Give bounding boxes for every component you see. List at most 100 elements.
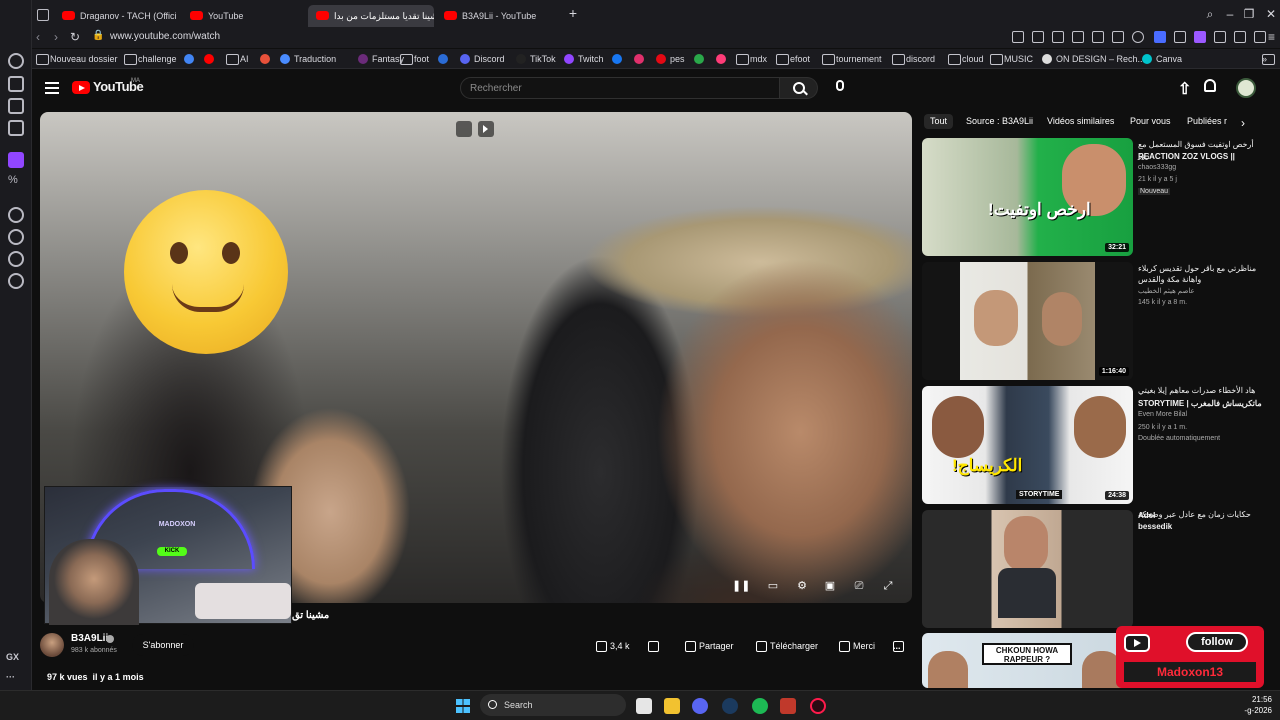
puzzle-icon[interactable] (1174, 31, 1186, 43)
miniplayer-icon[interactable] (456, 121, 472, 137)
bookmark-traduction[interactable]: Traduction (280, 52, 336, 66)
opera-gx-taskbar-icon[interactable] (810, 698, 826, 714)
chip-all[interactable]: Tout (924, 114, 954, 129)
subtitles-icon[interactable]: ▭ (765, 578, 781, 594)
sidebar-app-icon[interactable] (8, 76, 24, 92)
discord-taskbar-icon[interactable] (692, 698, 708, 714)
tab-b3a9lii[interactable]: B3A9Lii - YouTube (436, 5, 558, 27)
bookmark-tournement[interactable]: tournement (822, 52, 882, 66)
bookmark-foot[interactable]: foot (400, 52, 429, 66)
download-icon[interactable] (1234, 31, 1246, 43)
reload-icon[interactable]: ↻ (70, 30, 80, 44)
rec-title[interactable]: Adel bessedik (1138, 510, 1178, 532)
subscribe-button[interactable]: S'abonner (132, 634, 194, 656)
rec-thumbnail[interactable]: 1:16:40 (922, 262, 1133, 380)
bookmarks-overflow-icon[interactable]: » (1262, 52, 1276, 66)
rec-thumbnail[interactable]: الكريساج! STORYTIME 24:38 (922, 386, 1133, 504)
upload-icon[interactable]: ⇧ (1178, 79, 1191, 99)
bookmark-cloud[interactable]: cloud (948, 52, 984, 66)
rec-title-arabic[interactable]: مناظرتي مع باقر حول تقديس كربلاء واهانة … (1138, 263, 1262, 285)
media-play-icon[interactable] (1112, 31, 1124, 43)
tab-current-video[interactable]: مشينا تقديا مستلزمات من بدا (308, 5, 434, 27)
settings-gear-icon[interactable] (8, 273, 24, 289)
rec-channel[interactable]: chaos333gg (1138, 164, 1176, 171)
download-button[interactable]: Télécharger (756, 636, 818, 656)
url-field[interactable]: www.youtube.com/watch (110, 28, 220, 48)
rec-thumbnail[interactable] (922, 510, 1133, 628)
taskbar-search[interactable]: Search (480, 694, 626, 716)
system-clock[interactable]: 21:56 -g-2026 (1234, 694, 1272, 716)
theater-mode-icon[interactable]: ▣ (822, 578, 838, 594)
task-view-icon[interactable] (636, 698, 652, 714)
chips-next-chevron-icon[interactable]: › (1241, 116, 1245, 130)
rec-channel[interactable]: Even More Bilal (1138, 411, 1187, 418)
chip-source[interactable]: Source : B3A9Lii (960, 114, 1039, 129)
bookmark-on-design[interactable]: ON DESIGN – Rech... (1042, 52, 1145, 66)
bookmark-challenge[interactable]: challenge (124, 52, 177, 66)
spotify-taskbar-icon[interactable] (752, 698, 768, 714)
minimize-button[interactable]: – (1224, 8, 1236, 20)
channel-name[interactable]: B3A9Lii (71, 633, 108, 644)
chip-published[interactable]: Publiées r (1181, 114, 1237, 129)
share-button[interactable]: Partager (685, 636, 734, 656)
forward-icon[interactable]: › (54, 30, 58, 44)
heart-icon[interactable] (1132, 31, 1144, 43)
pin-icon[interactable] (1032, 31, 1044, 43)
rec-title[interactable]: REACTION ZOZ VLOGS || (1138, 151, 1262, 162)
close-window-button[interactable]: ✕ (1265, 8, 1277, 20)
bookmark-music[interactable]: MUSIC (990, 52, 1033, 66)
tab-draganov[interactable]: Draganov - TACH (Official (54, 5, 176, 27)
bookmark-nouveau-dossier[interactable]: Nouveau dossier (36, 52, 118, 66)
notifications-bell-icon[interactable] (1204, 79, 1216, 92)
search-tabs-icon[interactable]: ⌕ (1204, 8, 1216, 20)
bookmark-pes[interactable]: pes (656, 52, 685, 66)
sidebar-notes-icon[interactable] (8, 98, 24, 114)
ai-icon[interactable] (1254, 31, 1266, 43)
translate-icon[interactable] (1092, 31, 1104, 43)
search-button[interactable] (780, 77, 818, 99)
twitch-sidebar-icon[interactable] (8, 152, 24, 168)
rec-thumbnail[interactable]: CHKOUN HOWA RAPPEUR ? (922, 633, 1133, 688)
snapshot-icon[interactable] (1052, 31, 1064, 43)
sidebar-m-icon[interactable] (8, 120, 24, 136)
rec-title-arabic[interactable]: هاد الأخطاء صدرات معاهم إيلا بغيتي (1138, 385, 1262, 396)
tab-youtube[interactable]: YouTube (182, 5, 292, 27)
chip-for-you[interactable]: Pour vous (1124, 114, 1177, 129)
rec-title[interactable]: STORYTIME | ماتكريساش فالمغرب (1138, 398, 1262, 409)
extension-m-icon[interactable] (1194, 31, 1206, 43)
pause-icon[interactable]: ❚❚ (732, 578, 750, 594)
more-actions-button[interactable]: ... (893, 636, 904, 656)
app-taskbar-icon[interactable] (780, 698, 796, 714)
thanks-button[interactable]: Merci (839, 636, 875, 656)
search-input[interactable] (460, 77, 780, 99)
history-icon[interactable] (8, 229, 24, 245)
hamburger-menu-icon[interactable] (45, 82, 59, 94)
bookmark-canva[interactable]: Canva (1142, 52, 1182, 66)
file-explorer-icon[interactable] (664, 698, 680, 714)
bookmark-ai[interactable]: AI (226, 52, 249, 66)
tab-manager-icon[interactable] (37, 9, 49, 21)
bookmark-twitch[interactable]: Twitch (564, 52, 604, 66)
percent-icon[interactable]: % (8, 174, 24, 190)
channel-avatar[interactable] (40, 633, 64, 657)
bookmark-mdx[interactable]: mdx (736, 52, 767, 66)
settings-gear-icon[interactable]: ⚙ (794, 578, 810, 594)
account-avatar[interactable] (1236, 78, 1256, 98)
bookmark-tiktok[interactable]: TikTok (516, 52, 556, 66)
bookmark-discord-folder[interactable]: discord (892, 52, 935, 66)
like-button[interactable]: 3,4 k (596, 636, 630, 656)
back-icon[interactable]: ‹ (36, 30, 40, 44)
wallet-icon[interactable] (1214, 31, 1226, 43)
bookmark-efoot[interactable]: efoot (776, 52, 810, 66)
adblock-icon[interactable] (1072, 31, 1084, 43)
player-sidebar-icon[interactable] (8, 207, 24, 223)
menu-icon[interactable]: ≡ (1268, 30, 1275, 44)
bookmark-fantasy[interactable]: Fantasy (358, 52, 404, 66)
extension-blue-icon[interactable] (1154, 31, 1166, 43)
maximize-button[interactable]: ❐ (1243, 8, 1255, 20)
refresh-sidebar-icon[interactable] (8, 53, 24, 69)
fullscreen-icon[interactable]: ⤢ (880, 578, 896, 594)
rec-channel[interactable]: عاصم هيثم الخطيب (1138, 287, 1195, 295)
chip-similar[interactable]: Vidéos similaires (1041, 114, 1120, 129)
more-dots-icon[interactable]: ··· (6, 672, 15, 682)
